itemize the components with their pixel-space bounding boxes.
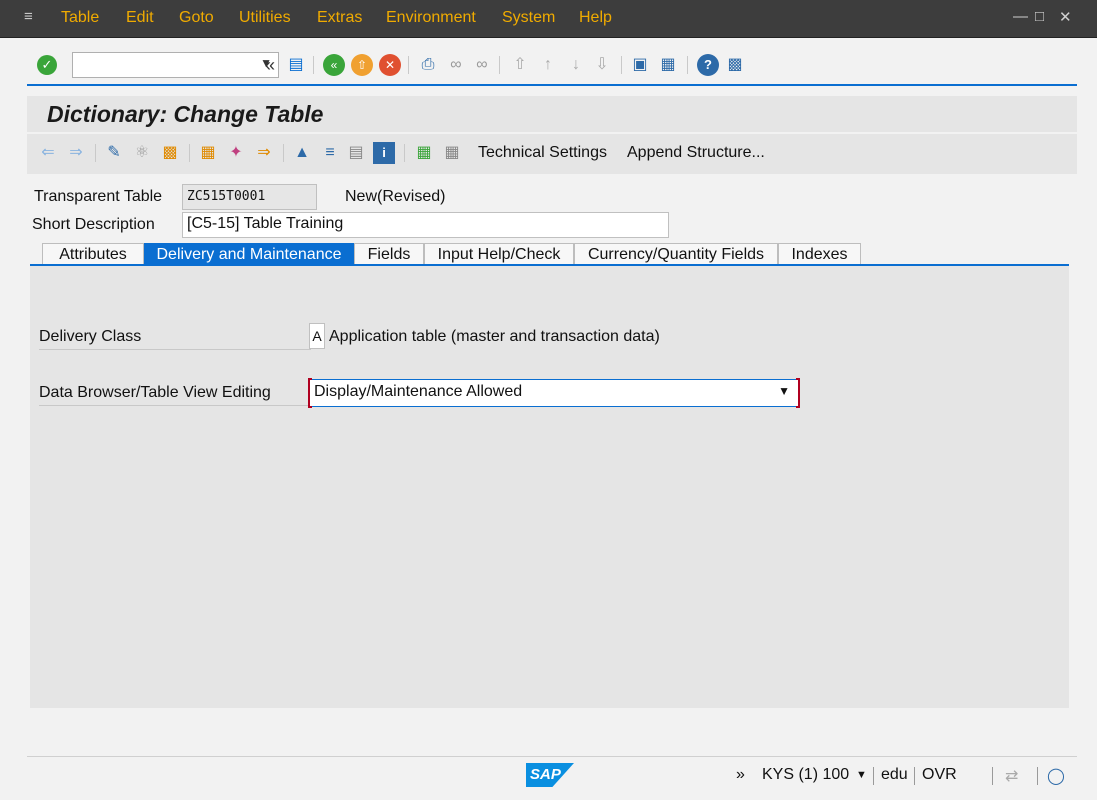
tab-fields[interactable]: Fields xyxy=(354,243,424,265)
toolbar-divider xyxy=(404,144,405,162)
data-browser-label: Data Browser/Table View Editing xyxy=(39,384,311,406)
delivery-maintenance-panel: Delivery Class A Application table (mast… xyxy=(30,266,1069,708)
close-icon[interactable]: ✕ xyxy=(1059,8,1072,26)
status-divider xyxy=(1037,767,1038,785)
previous-page-icon[interactable]: ↑ xyxy=(537,54,559,76)
standard-toolbar: ✓ ▼ « ▤ « ⇧ ✕ ⎙ ∞ ∞ ⇧ ↑ ↓ ⇩ ▣ ▦ ? ▩ xyxy=(27,46,1077,86)
insert-mode[interactable]: OVR xyxy=(922,766,957,784)
cancel-icon[interactable]: ✕ xyxy=(379,54,401,76)
unlock-icon[interactable]: ◯ xyxy=(1047,766,1065,786)
focus-marker xyxy=(796,378,800,408)
print-icon[interactable]: ⎙ xyxy=(417,54,439,76)
system-info: KYS (1) 100 xyxy=(762,766,850,783)
tab-delivery-and-maintenance[interactable]: Delivery and Maintenance xyxy=(144,243,354,265)
transfer-icon[interactable]: ⇄ xyxy=(1005,766,1018,786)
technical-settings-button[interactable]: Technical Settings xyxy=(478,144,607,162)
chevron-down-icon[interactable]: ▼ xyxy=(856,769,867,781)
back-icon[interactable]: « xyxy=(323,54,345,76)
toolbar-divider xyxy=(499,56,500,74)
information-icon[interactable]: i xyxy=(373,142,395,164)
sap-logo: SAP xyxy=(526,763,574,787)
menu-help[interactable]: Help xyxy=(579,9,612,27)
activate-icon[interactable]: ▦ xyxy=(197,142,219,164)
delivery-class-description: Application table (master and transactio… xyxy=(329,328,660,345)
display-object-list-icon[interactable]: ≡ xyxy=(319,142,341,164)
object-list-icon[interactable]: ⇒ xyxy=(253,142,275,164)
short-description-label: Short Description xyxy=(32,216,155,233)
minimize-icon[interactable]: — xyxy=(1013,8,1028,25)
toolbar-divider xyxy=(687,56,688,74)
menu-extras[interactable]: Extras xyxy=(317,9,362,27)
command-field[interactable]: ▼ xyxy=(72,52,279,78)
tab-currency-quantity-fields[interactable]: Currency/Quantity Fields xyxy=(574,243,778,265)
status-divider xyxy=(873,767,874,785)
last-page-icon[interactable]: ⇩ xyxy=(591,54,613,76)
delivery-class-field[interactable]: A xyxy=(309,323,325,349)
next-object-icon[interactable]: ⇒ xyxy=(65,142,87,164)
application-toolbar: ⇐ ⇒ ✎ ⚛ ▩ ▦ ✦ ⇒ ▲ ≡ ▤ i ▦ ▦ Technical Se… xyxy=(27,134,1077,174)
table-contents-icon[interactable]: ▦ xyxy=(441,142,463,164)
menu-goto[interactable]: Goto xyxy=(179,9,214,27)
help-icon[interactable]: ? xyxy=(697,54,719,76)
menu-edit[interactable]: Edit xyxy=(126,9,154,27)
short-description-field[interactable]: [C5-15] Table Training xyxy=(182,212,669,238)
create-session-icon[interactable]: ▣ xyxy=(629,54,651,76)
transparent-table-field: ZC515T0001 xyxy=(182,184,317,210)
tab-indexes[interactable]: Indexes xyxy=(778,243,861,265)
menu-environment[interactable]: Environment xyxy=(386,9,476,27)
toolbar-divider xyxy=(313,56,314,74)
data-browser-select-value: Display/Maintenance Allowed xyxy=(314,383,523,400)
find-icon[interactable]: ∞ xyxy=(445,54,467,76)
other-object-icon[interactable]: ⚛ xyxy=(131,142,153,164)
chevron-down-icon[interactable]: ▼ xyxy=(778,384,790,398)
back-arrows-icon[interactable]: « xyxy=(259,54,281,76)
toolbar-divider xyxy=(189,144,190,162)
transparent-table-label: Transparent Table xyxy=(34,188,163,205)
display-change-icon[interactable]: ✎ xyxy=(103,142,125,164)
maximize-icon[interactable]: □ xyxy=(1035,8,1044,25)
customize-layout-icon[interactable]: ▩ xyxy=(724,54,746,76)
first-page-icon[interactable]: ⇧ xyxy=(509,54,531,76)
toolbar-divider xyxy=(408,56,409,74)
shortcut-icon[interactable]: ▦ xyxy=(657,54,679,76)
contents-icon[interactable]: ▦ xyxy=(413,142,435,164)
menu-table[interactable]: Table xyxy=(61,9,99,27)
toolbar-divider xyxy=(621,56,622,74)
enter-icon[interactable]: ✓ xyxy=(37,55,57,75)
focus-marker xyxy=(308,378,312,408)
find-next-icon[interactable]: ∞ xyxy=(471,54,493,76)
check-icon[interactable]: ▩ xyxy=(159,142,181,164)
menu-bar: ≡ Table Edit Goto Utilities Extras Envir… xyxy=(0,0,1097,38)
tab-attributes[interactable]: Attributes xyxy=(42,243,144,265)
system-menu-icon[interactable]: ≡ xyxy=(24,9,42,24)
menu-system[interactable]: System xyxy=(502,9,555,27)
toolbar-divider xyxy=(95,144,96,162)
exit-icon[interactable]: ⇧ xyxy=(351,54,373,76)
toolbar-divider xyxy=(283,144,284,162)
menu-utilities[interactable]: Utilities xyxy=(239,9,291,27)
page-title: Dictionary: Change Table xyxy=(47,101,324,127)
save-icon[interactable]: ▤ xyxy=(285,54,307,76)
tab-input-help-check[interactable]: Input Help/Check xyxy=(424,243,574,265)
status-more-button[interactable]: » xyxy=(736,766,745,784)
delivery-class-label: Delivery Class xyxy=(39,328,311,350)
status-divider xyxy=(992,767,993,785)
append-structure-button[interactable]: Append Structure... xyxy=(627,144,765,162)
table-status: New(Revised) xyxy=(345,188,446,205)
data-browser-select[interactable]: Display/Maintenance Allowed ▼ xyxy=(308,378,800,408)
where-used-icon[interactable]: ✦ xyxy=(225,142,247,164)
status-bar: SAP » KYS (1) 100 ▼ edu OVR ⇄ ◯ xyxy=(27,756,1077,800)
next-page-icon[interactable]: ↓ xyxy=(565,54,587,76)
previous-object-icon[interactable]: ⇐ xyxy=(37,142,59,164)
user-info: edu xyxy=(881,766,908,783)
hierarchy-icon[interactable]: ▲ xyxy=(291,142,313,164)
status-divider xyxy=(914,767,915,785)
documentation-icon[interactable]: ▤ xyxy=(345,142,367,164)
title-area: Dictionary: Change Table xyxy=(27,96,1077,132)
